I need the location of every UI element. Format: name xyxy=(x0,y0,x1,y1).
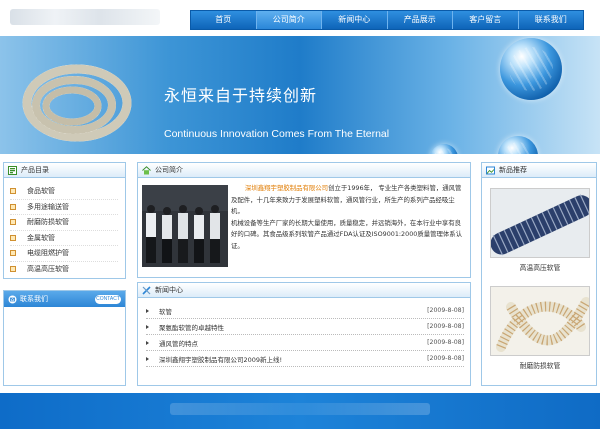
category-label: 食品软管 xyxy=(27,187,55,196)
recommended-panel: 新品推荐 高温高压软管 耐磨防损软管 xyxy=(481,162,597,386)
product-caption[interactable]: 高温高压软管 xyxy=(482,262,598,272)
about-title: 公司简介 xyxy=(155,166,183,174)
category-item[interactable]: 高温高压软管 xyxy=(10,262,125,278)
site-logo[interactable] xyxy=(0,0,190,34)
nav-item-about[interactable]: 公司简介 xyxy=(256,11,322,29)
news-item-date: [2009-8-08] xyxy=(427,355,464,362)
product-photo-1 xyxy=(491,189,589,257)
footer-copyright-image xyxy=(170,403,430,415)
news-item-title[interactable]: 聚氨酯软管的卓越特性 xyxy=(159,322,224,332)
news-item-date: [2009-8-08] xyxy=(427,339,464,346)
news-item[interactable]: 通风管的特点 [2009-8-08] xyxy=(146,335,464,351)
banner-title-en: Continuous Innovation Comes From The Ete… xyxy=(164,128,390,140)
bullet-icon xyxy=(10,234,16,241)
bullet-icon xyxy=(10,203,16,210)
contact-header: 联系我们 CONTACT xyxy=(4,291,125,307)
office-photo-image xyxy=(142,185,228,267)
banner-title-cn: 永恒来自于持续创新 xyxy=(164,86,318,105)
product-image-wear-resistant-hose[interactable] xyxy=(490,286,590,356)
globe-image-small xyxy=(430,144,458,154)
logo-image xyxy=(10,9,160,25)
contact-badge: CONTACT xyxy=(95,294,121,304)
home-icon xyxy=(142,165,151,174)
recommended-title: 新品推荐 xyxy=(499,166,527,174)
nav-item-home[interactable]: 首页 xyxy=(191,11,257,29)
page: 首页 公司简介 新闻中心 产品展示 客户留言 联系我们 永恒来自于持续创新 Co… xyxy=(0,0,600,429)
footer xyxy=(0,393,600,429)
bullet-icon xyxy=(10,250,16,257)
news-header: 新闻中心 xyxy=(138,283,470,298)
nav-item-news[interactable]: 新闻中心 xyxy=(322,11,388,29)
news-item[interactable]: 软管 [2009-8-08] xyxy=(146,303,464,319)
contact-panel: 联系我们 CONTACT xyxy=(3,290,126,386)
arrow-right-icon xyxy=(146,308,149,313)
arrow-right-icon xyxy=(146,356,149,361)
news-list: 软管 [2009-8-08] 聚氨酯软管的卓越特性 [2009-8-08] 通风管的… xyxy=(138,298,470,367)
news-item-title[interactable]: 通风管的特点 xyxy=(159,338,198,348)
company-name: 深圳鑫翔宇塑胶制品有限公司 xyxy=(245,184,329,192)
product-caption[interactable]: 耐磨防损软管 xyxy=(482,360,598,370)
globe-image-medium xyxy=(498,136,538,154)
office-photo xyxy=(142,185,228,267)
about-text-line2: 机械设备等生产厂家的长期大量使用，质量稳定，并远销海外，在本行业中享有良好的口碑… xyxy=(231,218,463,250)
about-panel: 公司简介 深圳鑫翔宇塑胶制品有限公司创立于1996年， 专业生产各类塑料管，通风… xyxy=(137,162,471,278)
about-text: 深圳鑫翔宇塑胶制品有限公司创立于1996年， 专业生产各类塑料管，通风管及配件，… xyxy=(231,183,467,252)
bullet-icon xyxy=(10,219,16,226)
picture-icon xyxy=(486,166,495,174)
category-label: 金属软管 xyxy=(27,233,55,242)
news-title: 新闻中心 xyxy=(155,286,183,294)
news-panel: 新闻中心 软管 [2009-8-08] 聚氨酯软管的卓越特性 [2009-8-08]… xyxy=(137,282,471,386)
category-item[interactable]: 电缆阻燃护管 xyxy=(10,246,118,262)
contact-title: 联系我们 xyxy=(20,295,48,303)
category-label: 高温高压软管 xyxy=(27,265,69,274)
category-item[interactable]: 耐磨防损软管 xyxy=(10,215,118,231)
arrow-right-icon xyxy=(146,324,149,329)
category-label: 多用途输送管 xyxy=(27,202,69,211)
nav-item-products[interactable]: 产品展示 xyxy=(388,11,453,29)
bullet-icon xyxy=(10,188,16,195)
category-label: 电缆阻燃护管 xyxy=(27,249,69,258)
product-catalog-panel: 产品目录 食品软管 多用途输送管 耐磨防损软管 金属软管 电缆阻燃护管 高温高压… xyxy=(3,162,126,279)
main-nav: 首页 公司简介 新闻中心 产品展示 客户留言 联系我们 xyxy=(190,10,584,30)
news-item-title[interactable]: 深圳鑫翔宇塑胶制品有限公司2009新上线! xyxy=(159,354,282,364)
news-item[interactable]: 聚氨酯软管的卓越特性 [2009-8-08] xyxy=(146,319,464,335)
news-item-date: [2009-8-08] xyxy=(427,323,464,330)
news-item-title[interactable]: 软管 xyxy=(159,306,172,316)
product-category-list: 食品软管 多用途输送管 耐磨防损软管 金属软管 电缆阻燃护管 高温高压软管 xyxy=(4,178,125,277)
contact-icon xyxy=(8,295,17,303)
category-item[interactable]: 金属软管 xyxy=(10,231,118,246)
nav-item-guestbook[interactable]: 客户留言 xyxy=(453,11,519,29)
nav-item-contact[interactable]: 联系我们 xyxy=(519,11,584,29)
about-header: 公司简介 xyxy=(138,163,470,178)
product-catalog-title: 产品目录 xyxy=(21,166,49,174)
arrow-right-icon xyxy=(146,340,149,345)
globe-image-large xyxy=(500,38,562,100)
category-item[interactable]: 多用途输送管 xyxy=(10,200,118,215)
bullet-icon xyxy=(10,266,16,273)
product-catalog-header: 产品目录 xyxy=(4,163,125,178)
category-item[interactable]: 食品软管 xyxy=(10,184,118,200)
tools-icon xyxy=(142,285,151,295)
catalog-icon xyxy=(8,165,17,175)
category-label: 耐磨防损软管 xyxy=(27,218,69,227)
recommended-header: 新品推荐 xyxy=(482,163,596,178)
product-image-high-temp-hose[interactable] xyxy=(490,188,590,258)
hose-coil-image xyxy=(22,64,132,142)
product-photo-2 xyxy=(491,287,589,355)
news-item-date: [2009-8-08] xyxy=(427,307,464,314)
news-item[interactable]: 深圳鑫翔宇塑胶制品有限公司2009新上线! [2009-8-08] xyxy=(146,351,464,367)
hero-banner: 永恒来自于持续创新 Continuous Innovation Comes Fr… xyxy=(0,36,600,154)
